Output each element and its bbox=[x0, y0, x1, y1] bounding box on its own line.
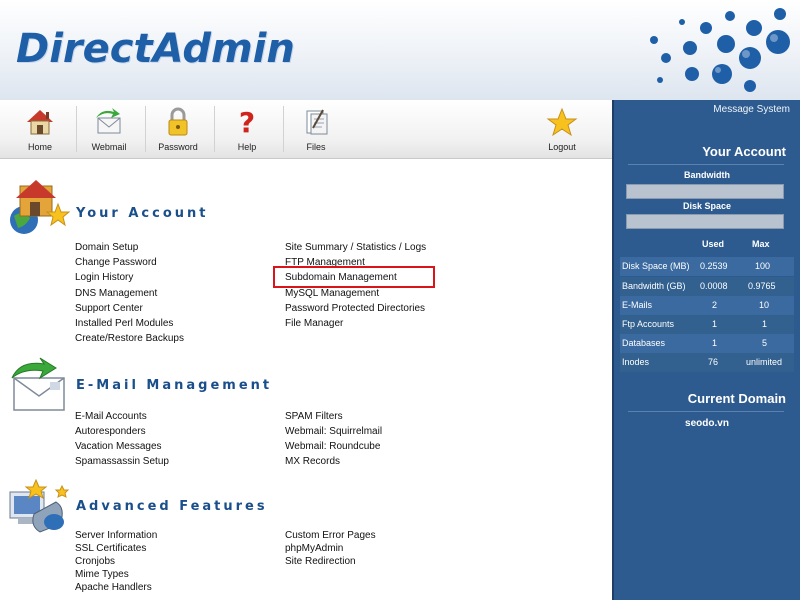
webmail-icon bbox=[96, 108, 121, 134]
current-domain-value[interactable]: seodo.vn bbox=[614, 418, 800, 429]
webmail-roundcube-link[interactable]: Webmail: Roundcube bbox=[285, 441, 380, 452]
vacation-messages-link[interactable]: Vacation Messages bbox=[75, 441, 162, 452]
support-center-link[interactable]: Support Center bbox=[75, 303, 143, 314]
help-label: Help bbox=[237, 142, 257, 152]
bandwidth-bar bbox=[626, 184, 784, 199]
mysql-management-link[interactable]: MySQL Management bbox=[285, 288, 379, 299]
panel-divider bbox=[628, 164, 784, 165]
current-domain-title: Current Domain bbox=[687, 391, 786, 406]
site-summary-link[interactable]: Site Summary / Statistics / Logs bbox=[285, 242, 426, 253]
stat-max: unlimited bbox=[746, 357, 783, 367]
stat-name: Ftp Accounts bbox=[622, 319, 675, 329]
stat-max: 10 bbox=[759, 300, 770, 310]
installed-perl-modules-link[interactable]: Installed Perl Modules bbox=[75, 318, 173, 329]
mime-types-link[interactable]: Mime Types bbox=[75, 569, 129, 580]
max-column-header: Max bbox=[752, 239, 770, 249]
question-mark-icon: ? bbox=[239, 106, 255, 138]
home-button[interactable]: Home bbox=[8, 102, 72, 156]
home-label: Home bbox=[27, 142, 52, 152]
padlock-icon bbox=[168, 107, 188, 136]
used-column-header: Used bbox=[702, 239, 725, 249]
stat-row: Disk Space (MB) 0.2539 100 bbox=[620, 257, 794, 276]
stat-row: E-Mails 2 10 bbox=[620, 296, 794, 315]
stat-name: Disk Space (MB) bbox=[622, 261, 690, 271]
star-icon bbox=[546, 107, 578, 137]
stat-used: 0.2539 bbox=[700, 261, 728, 271]
account-panel: Message System Your Account Bandwidth Di… bbox=[612, 100, 800, 600]
your-account-title: Your Account bbox=[76, 206, 209, 221]
message-system-link[interactable]: Message System bbox=[713, 104, 790, 115]
toolbar: Home Webmail Password ? Help Files Logou… bbox=[0, 100, 612, 159]
stat-row: Inodes 76 unlimited bbox=[620, 353, 794, 372]
webmail-label: Webmail bbox=[91, 142, 127, 152]
stat-name: Bandwidth (GB) bbox=[622, 281, 686, 291]
logout-label: Logout bbox=[548, 142, 576, 152]
stat-used: 0.0008 bbox=[700, 281, 728, 291]
change-password-link[interactable]: Change Password bbox=[75, 257, 157, 268]
spam-filters-link[interactable]: SPAM Filters bbox=[285, 411, 343, 422]
stat-max: 5 bbox=[762, 338, 768, 348]
create-restore-backups-link[interactable]: Create/Restore Backups bbox=[75, 333, 184, 344]
email-envelope-icon bbox=[11, 357, 65, 411]
stat-name: Inodes bbox=[622, 357, 650, 367]
advanced-features-title: Advanced Features bbox=[76, 499, 268, 514]
home-icon bbox=[27, 110, 53, 135]
panel-divider bbox=[628, 411, 784, 412]
disk-space-label: Disk Space bbox=[682, 201, 732, 211]
custom-error-pages-link[interactable]: Custom Error Pages bbox=[285, 530, 376, 541]
site-redirection-link[interactable]: Site Redirection bbox=[285, 556, 356, 567]
svg-text:?: ? bbox=[239, 106, 255, 138]
disk-space-bar bbox=[626, 214, 784, 229]
files-button[interactable]: Files bbox=[284, 102, 348, 156]
stat-max: 100 bbox=[755, 261, 771, 271]
email-accounts-link[interactable]: E-Mail Accounts bbox=[75, 411, 147, 422]
decorative-dots-icon bbox=[650, 8, 790, 92]
help-button[interactable]: ? Help bbox=[215, 102, 279, 156]
stat-name: E-Mails bbox=[622, 300, 653, 310]
spamassassin-setup-link[interactable]: Spamassassin Setup bbox=[75, 456, 169, 467]
stat-max: 0.9765 bbox=[748, 281, 776, 291]
stat-row: Bandwidth (GB) 0.0008 0.9765 bbox=[620, 277, 794, 296]
stat-max: 1 bbox=[762, 319, 768, 329]
stat-name: Databases bbox=[622, 338, 666, 348]
stat-row: Ftp Accounts 1 1 bbox=[620, 315, 794, 334]
stat-row: Databases 1 5 bbox=[620, 334, 794, 353]
password-label: Password bbox=[158, 142, 198, 152]
subdomain-highlight-box bbox=[273, 266, 435, 288]
domain-setup-link[interactable]: Domain Setup bbox=[75, 242, 138, 253]
apache-handlers-link[interactable]: Apache Handlers bbox=[75, 582, 152, 593]
advanced-features-icon bbox=[9, 478, 70, 533]
webmail-button[interactable]: Webmail bbox=[77, 102, 141, 156]
login-history-link[interactable]: Login History bbox=[75, 272, 133, 283]
mx-records-link[interactable]: MX Records bbox=[285, 456, 340, 467]
directadmin-logo[interactable]: DirectAdmin bbox=[16, 26, 295, 72]
phpmyadmin-link[interactable]: phpMyAdmin bbox=[285, 543, 343, 554]
password-protected-directories-link[interactable]: Password Protected Directories bbox=[285, 303, 425, 314]
email-management-title: E-Mail Management bbox=[76, 378, 273, 393]
stat-used: 1 bbox=[712, 319, 718, 329]
autoresponders-link[interactable]: Autoresponders bbox=[75, 426, 146, 437]
file-manager-link[interactable]: File Manager bbox=[285, 318, 343, 329]
bandwidth-label: Bandwidth bbox=[684, 170, 730, 180]
header: DirectAdmin bbox=[0, 0, 800, 101]
cronjobs-link[interactable]: Cronjobs bbox=[75, 556, 115, 567]
panel-your-account-title: Your Account bbox=[702, 144, 786, 159]
webmail-squirrelmail-link[interactable]: Webmail: Squirrelmail bbox=[285, 426, 382, 437]
files-label: Files bbox=[306, 142, 326, 152]
ssl-certificates-link[interactable]: SSL Certificates bbox=[75, 543, 146, 554]
password-button[interactable]: Password bbox=[146, 102, 210, 156]
files-icon bbox=[306, 109, 328, 135]
dns-management-link[interactable]: DNS Management bbox=[75, 288, 157, 299]
account-house-icon bbox=[10, 180, 71, 234]
logout-button[interactable]: Logout bbox=[530, 102, 594, 156]
server-information-link[interactable]: Server Information bbox=[75, 530, 157, 541]
stat-used: 76 bbox=[708, 357, 719, 367]
stat-used: 2 bbox=[712, 300, 718, 310]
stat-used: 1 bbox=[712, 338, 718, 348]
